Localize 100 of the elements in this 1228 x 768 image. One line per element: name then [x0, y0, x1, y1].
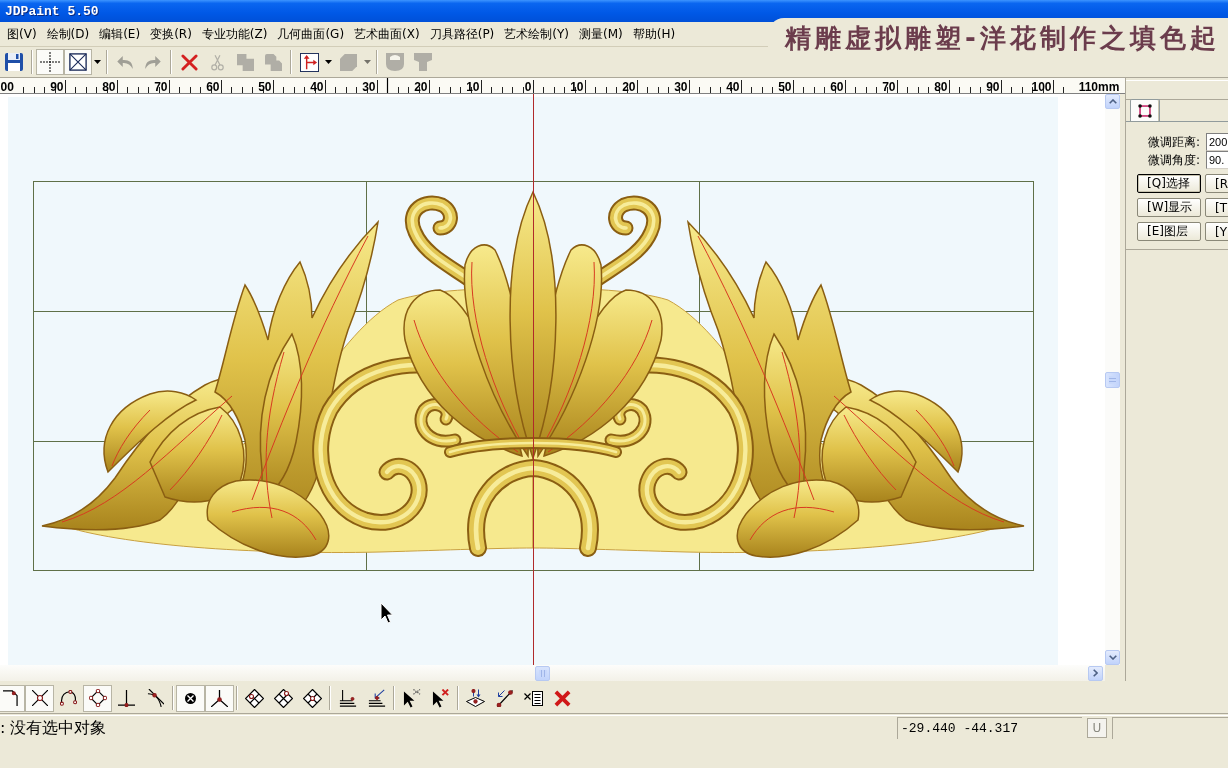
- ruler-label: 90: [50, 80, 64, 93]
- ruler-label: 70: [882, 80, 896, 93]
- ruler-label: 110mm: [1078, 80, 1120, 93]
- plane-points-icon: [466, 689, 485, 707]
- caret-icon: [325, 60, 332, 64]
- scroll-down-button[interactable]: [1105, 650, 1120, 665]
- scroll-thumb[interactable]: [535, 665, 550, 681]
- intersection-point-button[interactable]: [25, 684, 54, 712]
- crosshair-icon: [40, 52, 60, 72]
- field-label: 微调距离:: [1148, 133, 1202, 151]
- panel-button[interactable]: [Y: [1205, 222, 1228, 241]
- ruler-label: 20: [622, 80, 636, 93]
- menu-item[interactable]: 艺术绘制(Y): [500, 25, 573, 43]
- pointer-crosshair-icon: [402, 688, 421, 708]
- notched-block-icon: [414, 53, 432, 71]
- chevron-up-icon: [1108, 99, 1117, 104]
- scroll-up-button[interactable]: [1105, 94, 1120, 109]
- horizontal-scrollbar[interactable]: [0, 665, 1105, 681]
- scroll-thumb[interactable]: [1105, 372, 1120, 388]
- ruler-label: 10: [466, 80, 480, 93]
- line-points-icon: [496, 689, 513, 707]
- caret-icon: [364, 60, 371, 64]
- cursor-icon: [380, 602, 393, 624]
- save-icon: [5, 53, 23, 71]
- crossed-box-icon: [69, 53, 87, 71]
- stacked-lines-icon: [338, 689, 357, 707]
- ruler-label: 50: [778, 80, 792, 93]
- menu-item[interactable]: 专业功能(Z): [197, 25, 272, 43]
- ruler-label: 00: [0, 80, 14, 93]
- ruler-label: 70: [154, 80, 168, 93]
- axes-icon: [211, 689, 228, 707]
- ruler-label: 90: [986, 80, 1000, 93]
- shield-icon: [386, 53, 404, 71]
- stacked-lines-arrow-icon: [367, 689, 386, 707]
- axes-button[interactable]: [205, 684, 234, 712]
- panel-tab[interactable]: [1130, 99, 1160, 121]
- ruler-label: 50: [258, 80, 272, 93]
- menu-item[interactable]: 图(V): [3, 25, 41, 43]
- diamond-grid-icon: [303, 688, 322, 708]
- node-square-icon: [1138, 103, 1152, 118]
- diamond-grid-icon: [274, 688, 293, 708]
- diamond-points-button[interactable]: [83, 684, 112, 712]
- panel-button[interactable]: [T: [1205, 198, 1228, 217]
- panel-button[interactable]: [W]显示: [1137, 198, 1201, 217]
- panel-button[interactable]: [E]图层: [1137, 222, 1201, 241]
- menu-item[interactable]: 几何曲面(G): [273, 25, 349, 43]
- menu-item[interactable]: 绘制(D): [42, 25, 94, 43]
- undo-icon: [117, 55, 133, 69]
- diamond-grid-icon: [245, 688, 264, 708]
- canvas[interactable]: [0, 94, 1105, 665]
- menu-item[interactable]: 艺术曲面(X): [350, 25, 424, 43]
- delete-icon: [554, 689, 571, 707]
- center-point-icon: [185, 692, 196, 704]
- ruler-label: 80: [934, 80, 948, 93]
- ruler-label: 0: [524, 80, 532, 93]
- menu-item[interactable]: 变换(R): [146, 25, 196, 43]
- caret-icon: [94, 60, 101, 64]
- ruler-label: 60: [206, 80, 220, 93]
- crossed-box-button[interactable]: [64, 49, 92, 75]
- redo-icon: [145, 55, 161, 69]
- panel-button[interactable]: [R: [1205, 174, 1228, 193]
- diamond-points-icon: [88, 689, 107, 707]
- menu-item[interactable]: 测量(M): [575, 25, 627, 43]
- chevron-right-icon: [1093, 669, 1098, 677]
- ruler-label: 30: [674, 80, 688, 93]
- input-field[interactable]: 90.: [1206, 151, 1228, 169]
- input-field[interactable]: 200: [1206, 133, 1228, 151]
- panel-button[interactable]: [Q]选择: [1137, 174, 1201, 193]
- cross-list-icon: [524, 690, 543, 706]
- caption-text: 精雕虚拟雕塑-洋花制作之填色起: [785, 21, 1220, 55]
- ruler-label: 60: [830, 80, 844, 93]
- menu-item[interactable]: 编辑(E): [95, 25, 145, 43]
- ruler-cursor-marker: [386, 78, 389, 93]
- scroll-right-button[interactable]: [1088, 665, 1103, 681]
- vertical-scrollbar[interactable]: [1105, 94, 1120, 665]
- ruler-label: 100: [1031, 80, 1052, 93]
- delete-icon: [180, 53, 198, 71]
- intersection-point-icon: [31, 690, 48, 706]
- ruler-label: 30: [362, 80, 376, 93]
- status-message: : 没有选中对象: [0, 717, 107, 739]
- copy-icon: [236, 53, 254, 71]
- chevron-down-icon: [1108, 655, 1117, 660]
- ruler-label: 10: [570, 80, 584, 93]
- menu-item[interactable]: 帮助(H): [628, 25, 680, 43]
- scissors-icon: [210, 53, 224, 71]
- corner-point-icon: [3, 690, 18, 706]
- chamfered-block-icon: [339, 53, 357, 71]
- menu-item[interactable]: 刀具路径(P): [425, 25, 499, 43]
- corner-point-button[interactable]: [0, 684, 25, 712]
- pointer-cross-icon: [431, 688, 450, 708]
- coordinates-display: -29.440 -44.317: [897, 717, 1082, 739]
- field-label: 微调角度:: [1148, 151, 1202, 169]
- ruler-label: 20: [414, 80, 428, 93]
- window-title: JDPaint 5.50: [5, 3, 99, 19]
- overlapping-blocks-icon: [264, 53, 282, 71]
- center-point-button[interactable]: [176, 684, 205, 712]
- ruler-label: 40: [310, 80, 324, 93]
- arc-points-icon: [60, 690, 77, 706]
- crosshair-button[interactable]: [36, 49, 64, 75]
- tangent-icon: [147, 689, 164, 707]
